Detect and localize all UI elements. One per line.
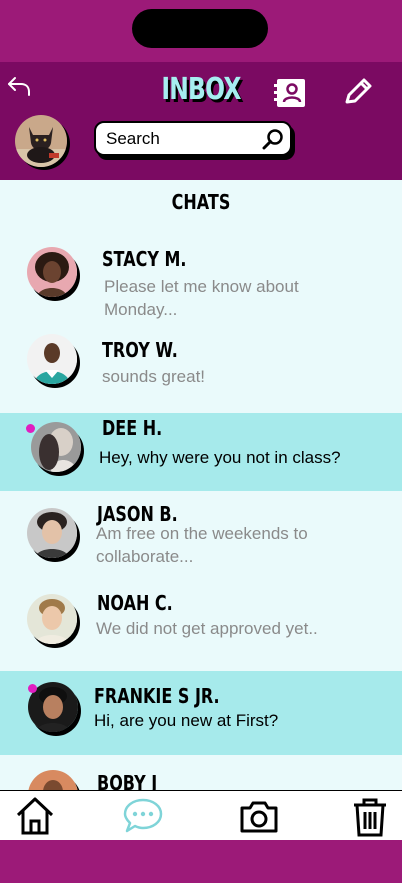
chat-name: FRANKIE S JR. (94, 684, 220, 708)
chat-bubble-icon[interactable] (122, 795, 164, 837)
chat-name: STACY M. (102, 247, 187, 271)
unread-dot (26, 424, 35, 433)
avatar (27, 594, 77, 644)
search-icon[interactable] (262, 128, 284, 150)
chat-preview: Hey, why were you not in class? (99, 448, 341, 467)
device-notch (132, 9, 268, 48)
bottom-nav (0, 790, 402, 841)
avatar (27, 508, 77, 558)
chat-row-noah[interactable]: NOAH C. We did not get approved yet.. (0, 578, 402, 671)
chat-preview: Please let me know about Monday... (104, 277, 299, 319)
profile-avatar[interactable] (15, 115, 67, 167)
trash-icon[interactable] (349, 795, 391, 837)
camera-icon[interactable] (238, 795, 280, 837)
home-icon[interactable] (14, 795, 56, 837)
chat-preview: We did not get approved yet.. (96, 619, 318, 638)
chat-row-boby[interactable]: BOBY J (0, 755, 402, 790)
avatar (27, 247, 77, 297)
pencil-icon[interactable] (342, 77, 374, 107)
chat-name: NOAH C. (97, 591, 173, 615)
chat-row-jason[interactable]: JASON B. Am free on the weekends to coll… (0, 491, 402, 578)
section-title: CHATS (171, 190, 231, 214)
back-arrow-icon[interactable] (6, 74, 32, 98)
avatar (27, 334, 77, 384)
unread-dot (28, 684, 37, 693)
cat-photo (15, 115, 67, 167)
chat-name: DEE H. (102, 416, 163, 440)
contacts-book-icon[interactable] (273, 78, 306, 108)
chat-row-stacy[interactable]: STACY M. Please let me know about Monday… (0, 230, 402, 328)
chat-preview: sounds great! (102, 367, 206, 386)
chat-name: BOBY J (97, 771, 158, 790)
chat-preview: Am free on the weekends to collaborate..… (96, 524, 308, 566)
chat-row-frankie[interactable]: FRANKIE S JR. Hi, are you new at First? (0, 671, 402, 755)
avatar (31, 422, 81, 472)
avatar (28, 770, 78, 790)
search-input[interactable] (106, 129, 256, 149)
chat-preview: Hi, are you new at First? (94, 711, 279, 730)
chat-name: TROY W. (102, 338, 178, 362)
search-box[interactable] (94, 121, 292, 156)
chat-row-dee[interactable]: DEE H. Hey, why were you not in class? (0, 413, 402, 491)
page-title: INBOX (161, 72, 241, 107)
home-indicator-bar (0, 840, 402, 883)
chat-row-troy[interactable]: TROY W. sounds great! (0, 328, 402, 413)
